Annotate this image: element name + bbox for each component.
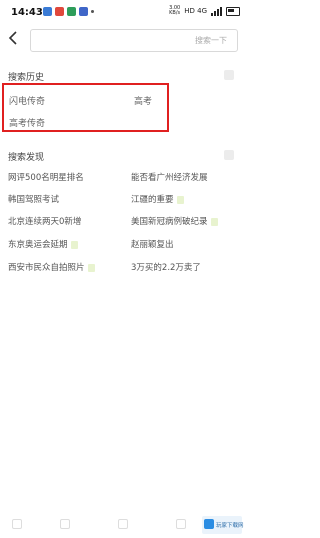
discover-title: 搜索发现 (8, 153, 45, 163)
notification-icons (43, 7, 94, 16)
nav-menu-icon[interactable] (60, 519, 70, 529)
status-bar: 14:43 3.00 KB/s HD 4G (0, 0, 246, 26)
discover-item[interactable]: 江疆的重要 (131, 193, 184, 205)
hot-tag-icon (176, 195, 184, 204)
history-item[interactable]: 高考传奇 (9, 116, 45, 129)
status-time: 14:43 (11, 7, 43, 18)
app-notification-icon (79, 7, 88, 16)
discover-item[interactable]: 3万买的2.2万卖了 (131, 261, 201, 273)
discover-item[interactable]: 北京连续两天0新增 (8, 215, 81, 227)
hot-tag-icon (210, 217, 218, 226)
watermark-text: 玩家下载网 (216, 523, 244, 529)
search-button[interactable]: 搜索一下 (195, 35, 227, 46)
back-arrow-icon[interactable] (6, 30, 22, 46)
discover-item[interactable]: 美国新冠病例破纪录 (131, 215, 218, 227)
history-item[interactable]: 高考 (134, 94, 152, 107)
signal-icon (211, 6, 222, 16)
network-speed: 3.00 KB/s (169, 5, 181, 16)
app-notification-icon (67, 7, 76, 16)
app-notification-icon (43, 7, 52, 16)
discover-item[interactable]: 东京奥运会延期 (8, 238, 78, 250)
discover-item[interactable]: 赵丽颖复出 (131, 238, 174, 250)
search-header: 搜索一下 (0, 26, 246, 54)
watermark-badge-icon (204, 519, 214, 529)
network-type: HD 4G (184, 7, 207, 15)
discover-item[interactable]: 韩国驾照考试 (8, 193, 59, 205)
battery-icon (226, 6, 240, 16)
watermark-logo: 玩家下载网 (202, 516, 244, 534)
nav-home-icon[interactable] (12, 519, 22, 529)
search-input[interactable]: 搜索一下 (30, 29, 238, 52)
history-item[interactable]: 闪电传奇 (9, 94, 45, 107)
discover-item[interactable]: 网评500名明星排名 (8, 171, 84, 183)
history-title: 搜索历史 (8, 73, 45, 83)
status-indicators: 3.00 KB/s HD 4G (169, 6, 240, 16)
app-notification-icon (55, 7, 64, 16)
hide-discover-icon[interactable] (224, 150, 234, 160)
nav-chat-icon[interactable] (118, 519, 128, 529)
nav-profile-icon[interactable] (176, 519, 186, 529)
clear-history-icon[interactable] (224, 70, 234, 80)
more-notifications-dot (91, 10, 94, 13)
hot-tag-icon (87, 263, 95, 272)
discover-item[interactable]: 能否看广州经济发展 (131, 171, 208, 183)
hot-tag-icon (70, 240, 78, 249)
discover-item[interactable]: 西安市民众自拍照片 (8, 261, 95, 273)
